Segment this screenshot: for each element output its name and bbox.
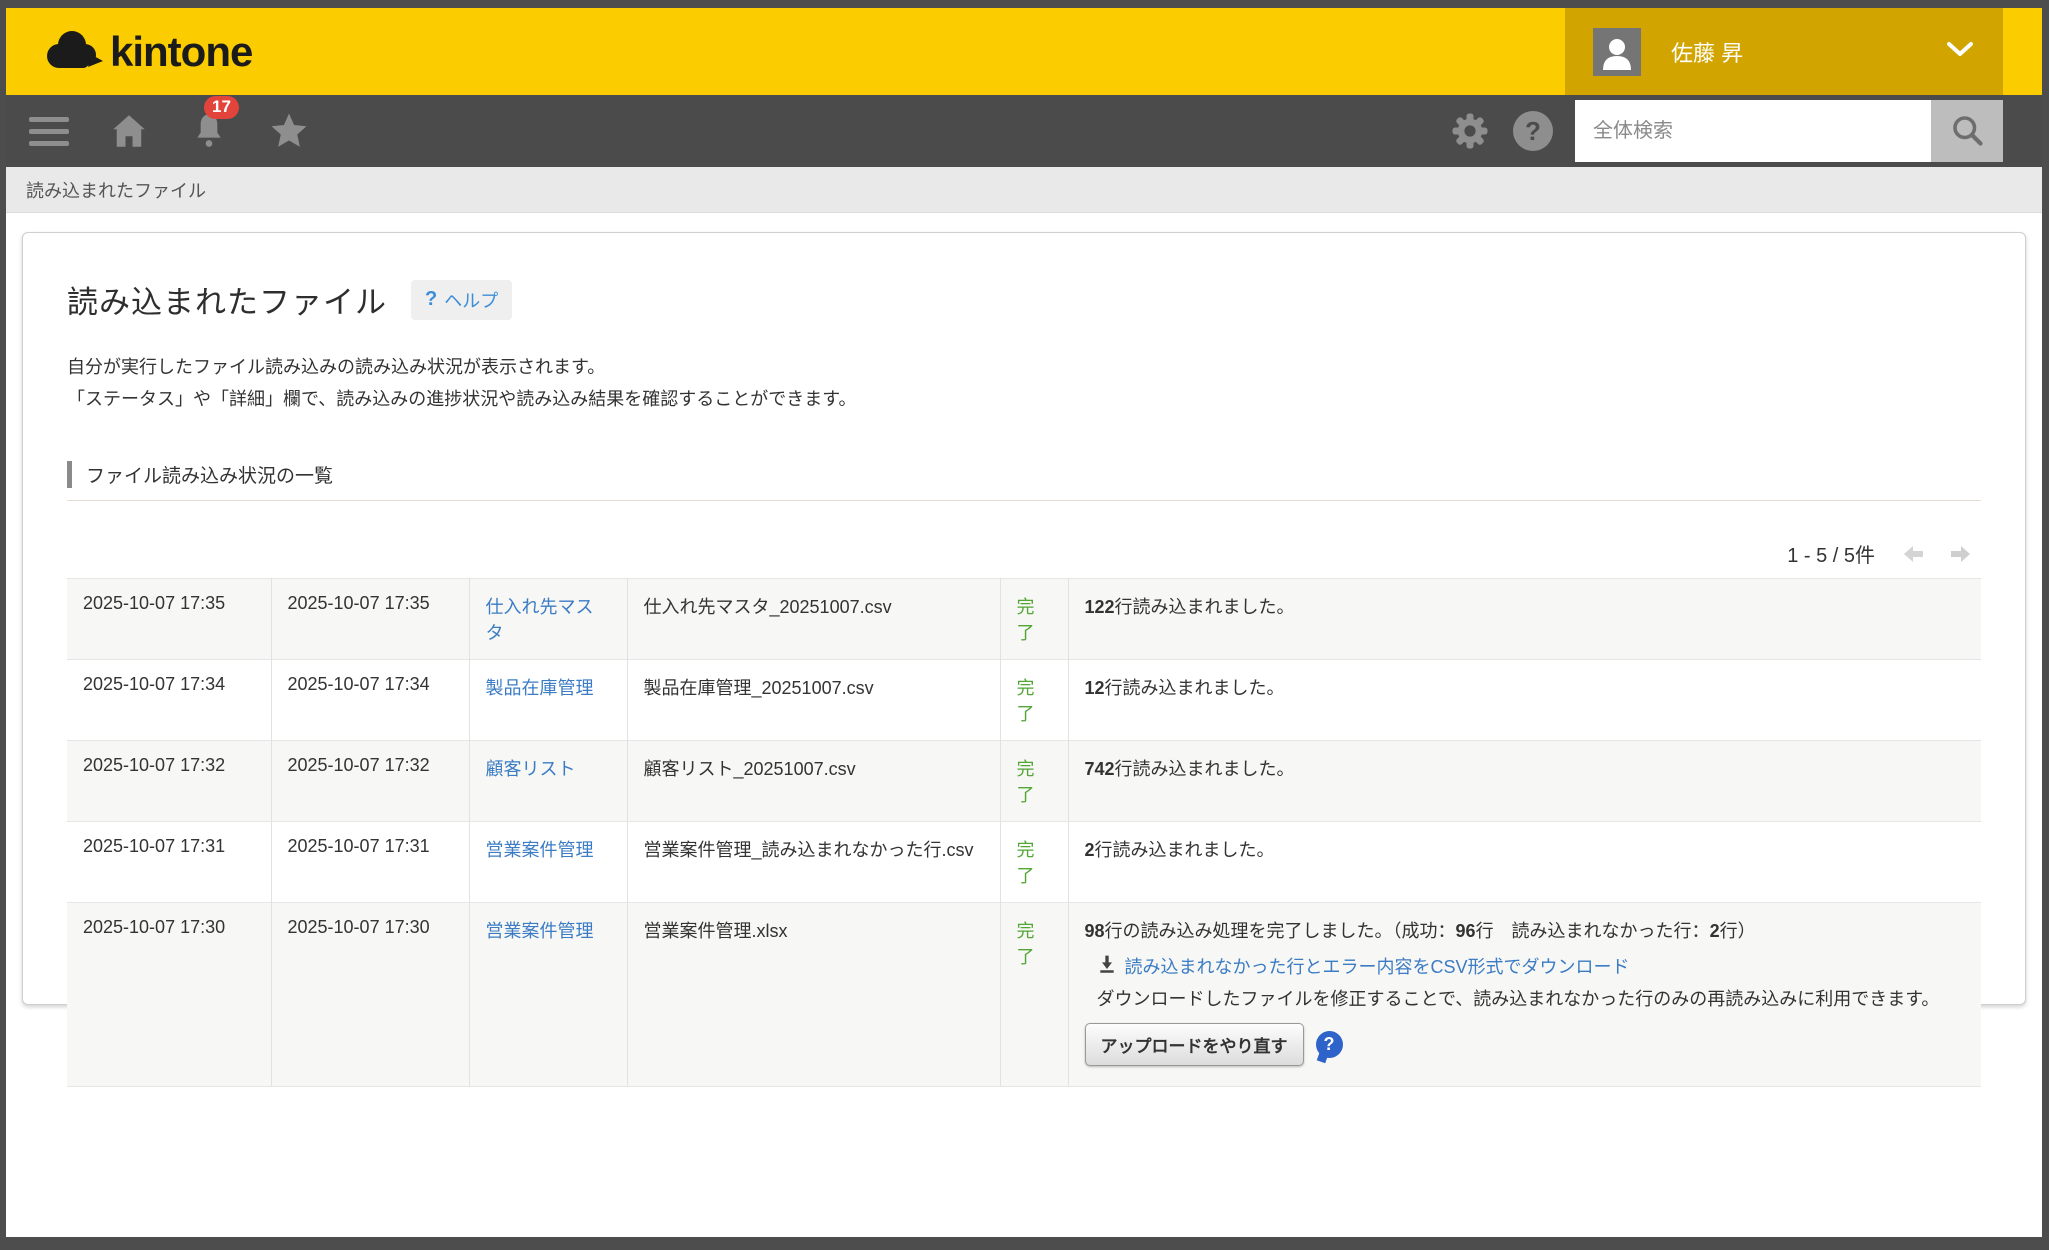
cell-detail: 742行読み込まれました。 bbox=[1068, 741, 1981, 822]
status-badge: 完了 bbox=[1000, 579, 1068, 660]
app-link[interactable]: 営業案件管理 bbox=[486, 921, 594, 941]
help-label: ヘルプ bbox=[444, 287, 498, 313]
table-row: 2025-10-07 17:30 2025-10-07 17:30 営業案件管理… bbox=[67, 903, 1981, 1087]
status-badge: 完了 bbox=[1000, 903, 1068, 1087]
cell-filename: 製品在庫管理_20251007.csv bbox=[627, 660, 1000, 741]
nav-right: ? bbox=[1449, 100, 2042, 162]
cell-filename: 営業案件管理_読み込まれなかった行.csv bbox=[627, 822, 1000, 903]
cell-end-time: 2025-10-07 17:35 bbox=[271, 579, 469, 660]
table-row: 2025-10-07 17:34 2025-10-07 17:34 製品在庫管理… bbox=[67, 660, 1981, 741]
section-header: ファイル読み込み状況の一覧 bbox=[67, 461, 1981, 501]
cell-filename: 仕入れ先マスタ_20251007.csv bbox=[627, 579, 1000, 660]
avatar bbox=[1593, 28, 1641, 76]
cell-filename: 顧客リスト_20251007.csv bbox=[627, 741, 1000, 822]
cell-end-time: 2025-10-07 17:34 bbox=[271, 660, 469, 741]
status-badge: 完了 bbox=[1000, 660, 1068, 741]
prev-page-icon[interactable] bbox=[1901, 542, 1927, 566]
search-icon bbox=[1949, 112, 1985, 151]
cell-detail: 2行読み込まれました。 bbox=[1068, 822, 1981, 903]
page-title: 読み込まれたファイル bbox=[67, 277, 387, 322]
brand-bar: kintone 佐藤 昇 bbox=[6, 8, 2042, 95]
app-link[interactable]: 営業案件管理 bbox=[486, 840, 594, 860]
next-page-icon[interactable] bbox=[1947, 542, 1973, 566]
main-area: 読み込まれたファイル ? ヘルプ 自分が実行したファイル読み込みの読み込み状況が… bbox=[6, 213, 2042, 1237]
search-button[interactable] bbox=[1931, 100, 2003, 162]
global-search bbox=[1575, 100, 2003, 162]
help-circle-icon[interactable]: ? bbox=[1513, 111, 1553, 151]
page-description: 自分が実行したファイル読み込みの読み込み状況が表示されます。 「ステータス」や「… bbox=[67, 352, 1981, 415]
import-status-table: 2025-10-07 17:35 2025-10-07 17:35 仕入れ先マス… bbox=[67, 578, 1981, 1087]
description-line-2: 「ステータス」や「詳細」欄で、読み込みの進捗状況や読み込み結果を確認することがで… bbox=[67, 384, 1981, 416]
cell-end-time: 2025-10-07 17:30 bbox=[271, 903, 469, 1087]
pagination: 1 - 5 / 5件 bbox=[67, 539, 1981, 568]
retry-upload-button[interactable]: アップロードをやり直す bbox=[1085, 1023, 1304, 1066]
cell-detail: 12行読み込まれました。 bbox=[1068, 660, 1981, 741]
cell-start-time: 2025-10-07 17:31 bbox=[67, 822, 271, 903]
nav-bar: 17 bbox=[6, 95, 2042, 167]
bell-icon[interactable]: 17 bbox=[188, 110, 230, 152]
csv-download-link[interactable]: 読み込まれなかった行とエラー内容をCSV形式でダウンロード bbox=[1125, 953, 1630, 979]
imported-files-card: 読み込まれたファイル ? ヘルプ 自分が実行したファイル読み込みの読み込み状況が… bbox=[22, 232, 2026, 1005]
breadcrumb: 読み込まれたファイル bbox=[6, 167, 2042, 213]
kintone-logo: kintone bbox=[6, 25, 252, 79]
pagination-count: 1 - 5 / 5件 bbox=[1787, 539, 1875, 568]
gear-icon[interactable] bbox=[1449, 110, 1491, 152]
user-menu[interactable]: 佐藤 昇 bbox=[1565, 8, 2003, 95]
cell-start-time: 2025-10-07 17:34 bbox=[67, 660, 271, 741]
import-summary: 98行の読み込み処理を完了しました。（成功：96行 読み込まれなかった行：2行） bbox=[1085, 917, 1966, 943]
cell-end-time: 2025-10-07 17:32 bbox=[271, 741, 469, 822]
table-row: 2025-10-07 17:32 2025-10-07 17:32 顧客リスト … bbox=[67, 741, 1981, 822]
home-icon[interactable] bbox=[108, 110, 150, 152]
notification-badge: 17 bbox=[204, 96, 239, 119]
cell-detail: 122行読み込まれました。 bbox=[1068, 579, 1981, 660]
app-link[interactable]: 仕入れ先マスタ bbox=[486, 597, 594, 643]
cell-filename: 営業案件管理.xlsx bbox=[627, 903, 1000, 1087]
app-link[interactable]: 顧客リスト bbox=[486, 759, 576, 779]
download-note: ダウンロードしたファイルを修正することで、読み込まれなかった行のみの再読み込みに… bbox=[1097, 985, 1966, 1011]
chevron-down-icon bbox=[1945, 40, 1975, 63]
status-badge: 完了 bbox=[1000, 741, 1068, 822]
cell-start-time: 2025-10-07 17:35 bbox=[67, 579, 271, 660]
user-name: 佐藤 昇 bbox=[1671, 36, 1743, 68]
download-icon bbox=[1097, 954, 1117, 979]
cell-detail-expanded: 98行の読み込み処理を完了しました。（成功：96行 読み込まれなかった行：2行）… bbox=[1068, 903, 1981, 1087]
app-link[interactable]: 製品在庫管理 bbox=[486, 678, 594, 698]
title-help-link[interactable]: ? ヘルプ bbox=[411, 280, 512, 320]
search-input[interactable] bbox=[1575, 100, 1931, 162]
hamburger-icon[interactable] bbox=[28, 110, 70, 152]
cell-start-time: 2025-10-07 17:32 bbox=[67, 741, 271, 822]
section-title: ファイル読み込み状況の一覧 bbox=[86, 461, 333, 488]
breadcrumb-item[interactable]: 読み込まれたファイル bbox=[26, 177, 206, 203]
screen: kintone 佐藤 昇 bbox=[6, 8, 2042, 1237]
status-badge: 完了 bbox=[1000, 822, 1068, 903]
star-icon[interactable] bbox=[268, 110, 310, 152]
table-row: 2025-10-07 17:31 2025-10-07 17:31 営業案件管理… bbox=[67, 822, 1981, 903]
cell-end-time: 2025-10-07 17:31 bbox=[271, 822, 469, 903]
brand-name: kintone bbox=[110, 28, 252, 76]
cell-start-time: 2025-10-07 17:30 bbox=[67, 903, 271, 1087]
table-row: 2025-10-07 17:35 2025-10-07 17:35 仕入れ先マス… bbox=[67, 579, 1981, 660]
section-accent-bar bbox=[67, 461, 72, 488]
kintone-cloud-icon bbox=[42, 25, 104, 79]
description-line-1: 自分が実行したファイル読み込みの読み込み状況が表示されます。 bbox=[67, 352, 1981, 384]
help-question-icon: ? bbox=[425, 288, 437, 311]
help-bubble-icon[interactable]: ? bbox=[1316, 1031, 1343, 1058]
window-frame: kintone 佐藤 昇 bbox=[0, 0, 2049, 1250]
nav-left: 17 bbox=[6, 110, 310, 152]
